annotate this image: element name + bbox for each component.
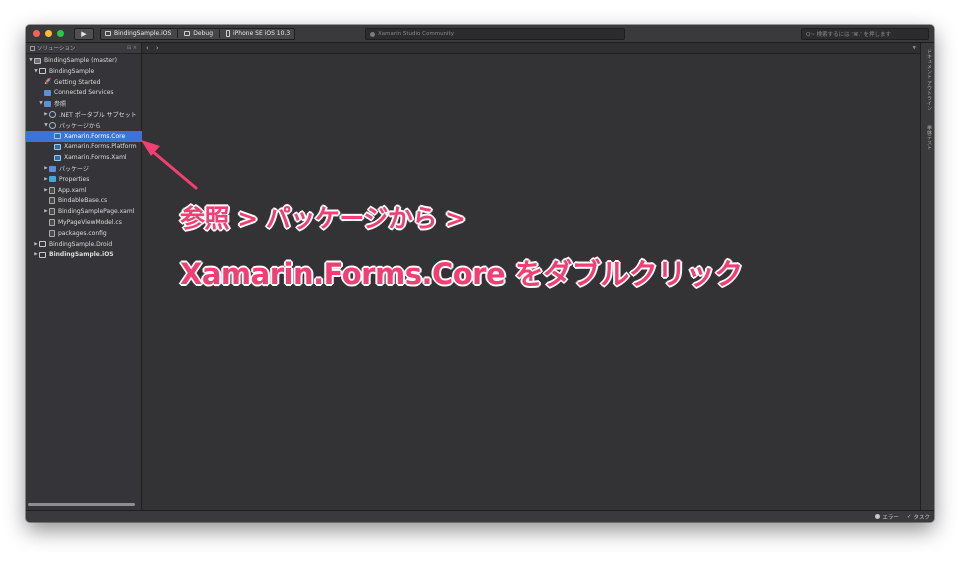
tree-item-label: BindingSample.iOS [49, 251, 114, 259]
window-controls [33, 30, 64, 37]
project-icon [39, 68, 46, 75]
tree-item-label: MyPageViewModel.cs [58, 219, 122, 226]
tree-item-label: Properties [59, 175, 90, 183]
forward-button[interactable]: › [156, 44, 159, 52]
tree-item-label: packages.config [58, 229, 107, 237]
minimize-window-button[interactable] [45, 30, 52, 37]
tree-item[interactable]: ▶ BindingSamplePage.xaml [26, 206, 142, 217]
reference-icon [49, 121, 56, 129]
tree-item[interactable]: ▶ パッケージ [26, 163, 142, 174]
tree-item-label: BindableBase.cs [58, 197, 108, 205]
editor-navigation-bar: ‹ › ▼ [142, 43, 920, 54]
document-outline-tab[interactable]: ドキュメント アウトライン [923, 49, 933, 111]
tree-item-label: App.xaml [58, 186, 87, 194]
tree-item-label: Getting Started [54, 78, 101, 86]
tree-item[interactable]: MyPageViewModel.cs [26, 217, 142, 228]
tree-item-label: パッケージ [59, 166, 89, 173]
tree-item[interactable]: ▶ BindingSample.iOS [26, 249, 142, 260]
tree-item-label: .NET ポータブル サブセット [59, 112, 137, 119]
pad-controls[interactable]: ⊟ × [127, 45, 137, 51]
play-icon: ▶ [81, 29, 87, 38]
tree-item-label: 参照 [54, 101, 67, 109]
annotation-line-2: Xamarin.Forms.Core をダブルクリック [180, 257, 743, 291]
package-icon [54, 133, 61, 140]
tree-item[interactable]: ▶ Properties [26, 174, 142, 185]
chevron-down-icon[interactable]: ▼ [913, 46, 916, 51]
file-icon [49, 229, 55, 237]
back-button[interactable]: ‹ [146, 44, 149, 52]
tree-item[interactable]: Xamarin.Forms.Platform [26, 141, 142, 152]
tree-item[interactable]: ▼ 参照 [26, 98, 142, 109]
tree-item-label: BindingSamplePage.xaml [58, 208, 135, 216]
pad-icon [30, 45, 35, 51]
tree-item[interactable]: ▶ BindingSample.Droid [26, 239, 142, 250]
error-icon [875, 514, 881, 519]
project-icon [105, 31, 111, 36]
solution-pad-header: ソリューション ⊟ × [26, 43, 141, 54]
file-icon [49, 208, 55, 216]
phone-icon [226, 30, 231, 37]
configuration-name: Debug [193, 30, 214, 37]
zoom-window-button[interactable] [57, 30, 64, 37]
project-icon [39, 241, 46, 248]
tree-item-label: Xamarin.Forms.Xaml [64, 154, 127, 162]
folder-icon [49, 165, 56, 172]
tasks-label: タスク [913, 514, 930, 521]
tree-item[interactable]: Xamarin.Forms.Xaml [26, 152, 142, 163]
solution-pad: ソリューション ⊟ × ▼ BindingSample (master) ▼ Bind… [26, 43, 142, 510]
tree-item[interactable]: ▼ BindingSample (master) [26, 55, 142, 66]
reference-icon [49, 111, 56, 118]
folder-icon [44, 100, 51, 107]
file-icon [49, 186, 55, 194]
check-icon: ✓ [906, 513, 912, 520]
status-icon [370, 31, 375, 37]
run-button[interactable]: ▶ [74, 27, 94, 40]
unit-test-tab[interactable]: 単体テスト [923, 125, 933, 150]
package-icon [54, 143, 61, 150]
tree-item[interactable]: Connected Services [26, 87, 142, 98]
tasks-pad-button[interactable]: ✓ タスク [907, 513, 930, 521]
tree-item[interactable]: ▼ BindingSample [26, 66, 142, 77]
title-toolbar: ▶ BindingSample.iOS Debug iPhone SE iOS … [26, 25, 934, 43]
search-placeholder: Q~ 検索するには '⌘.' を押します [806, 32, 891, 38]
tree-item-label: BindingSample (master) [44, 57, 117, 64]
tree-item-label: Xamarin.Forms.Platform [64, 143, 137, 151]
project-icon [39, 251, 46, 258]
tree-item[interactable]: Xamarin.Forms.Core [26, 130, 142, 142]
search-input[interactable]: Q~ 検索するには '⌘.' を押します [801, 28, 929, 40]
tree-item[interactable]: ▼ パッケージから [26, 120, 142, 131]
rocket-icon: 🚀 [44, 78, 52, 86]
horizontal-scrollbar[interactable] [28, 503, 135, 506]
right-pad-bar: ドキュメント アウトライン 単体テスト [920, 43, 934, 510]
tree-item-label: Connected Services [54, 89, 114, 97]
status-field: Xamarin Studio Community [365, 28, 625, 40]
tree-item-label: Xamarin.Forms.Core [64, 132, 126, 140]
status-bar: エラー ✓ タスク [26, 510, 934, 522]
status-text: Xamarin Studio Community [378, 31, 454, 37]
folder-icon [44, 89, 51, 96]
close-window-button[interactable] [33, 30, 40, 37]
errors-label: エラー [882, 514, 899, 521]
config-icon [184, 31, 191, 36]
solution-icon [34, 57, 41, 64]
tree-item[interactable]: ▶ .NET ポータブル サブセット [26, 109, 142, 120]
tree-item-label: BindingSample [49, 67, 95, 75]
folder-icon [49, 176, 56, 183]
package-icon [54, 154, 61, 161]
annotation-line-1: 参照 > パッケージから > [180, 204, 466, 233]
file-icon [49, 197, 55, 205]
project-name: BindingSample.iOS [114, 30, 172, 37]
tree-item[interactable]: ▶ App.xaml [26, 185, 142, 196]
tree-item-label: BindingSample.Droid [49, 240, 113, 248]
solution-pad-title: ソリューション [37, 46, 76, 52]
device-name: iPhone SE iOS 10.3 [233, 30, 291, 37]
run-configuration-selector[interactable]: BindingSample.iOS Debug iPhone SE iOS 10… [100, 27, 296, 40]
errors-pad-button[interactable]: エラー [875, 513, 899, 521]
tree-item[interactable]: 🚀 Getting Started [26, 77, 142, 88]
tree-item[interactable]: BindableBase.cs [26, 195, 142, 206]
file-icon [49, 219, 55, 226]
tree-item-label: パッケージから [59, 122, 101, 130]
tree-item[interactable]: packages.config [26, 228, 142, 239]
